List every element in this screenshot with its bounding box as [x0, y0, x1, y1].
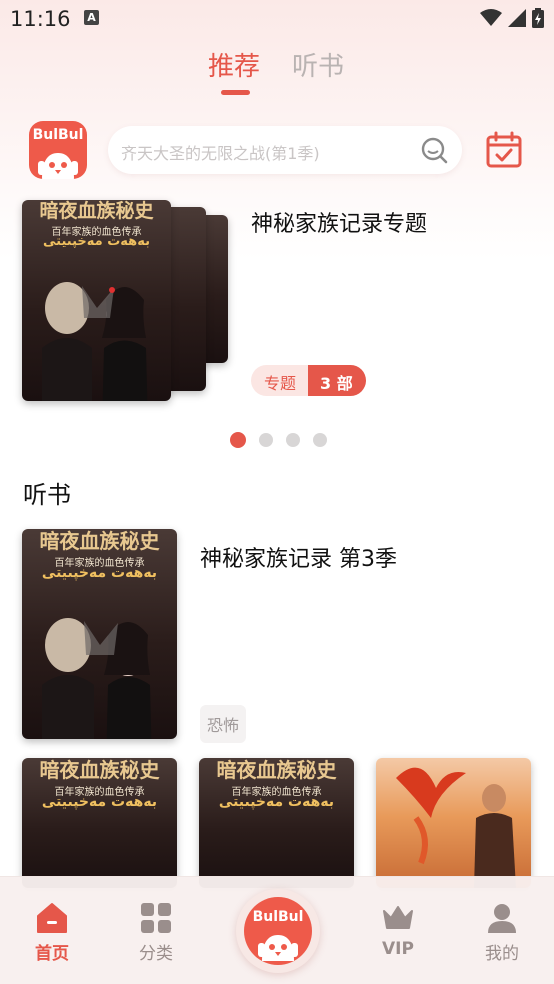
- app-logo[interactable]: BulBul: [29, 121, 87, 179]
- carousel-dot[interactable]: [230, 432, 246, 448]
- bottom-nav: 首页 分类 BulBul VIP 我的: [0, 876, 554, 984]
- cover-title: 暗夜血族秘史: [216, 758, 337, 782]
- tab-indicator: [221, 90, 250, 95]
- notification-icon: A: [84, 10, 99, 25]
- crown-icon: [383, 906, 413, 929]
- wifi-icon: [480, 9, 502, 26]
- top-tabs: 推荐 听书: [0, 46, 554, 98]
- status-icons: [480, 8, 544, 28]
- cover-art-figures: [42, 618, 152, 739]
- mascot-icon: [258, 935, 298, 961]
- nav-categories-label: 分类: [139, 944, 173, 964]
- carousel-dot[interactable]: [259, 433, 273, 447]
- book-cover[interactable]: 暗夜血族秘史 百年家族的血色传承 بەھەت مەخپىيتى: [22, 529, 177, 739]
- battery-icon: [532, 8, 544, 28]
- nav-vip[interactable]: VIP: [358, 901, 438, 959]
- app-logo-text: BulBul: [32, 127, 84, 143]
- nav-mine-label: 我的: [485, 944, 519, 964]
- featured-badge: 专题 3 部: [251, 365, 366, 396]
- nav-vip-label: VIP: [382, 939, 414, 959]
- featured-badge-tag: 专题: [251, 365, 309, 396]
- cover-foreign-title: بەھەت مەخپىيتى: [43, 234, 150, 249]
- grid-icon: [141, 903, 171, 933]
- nav-home[interactable]: 首页: [12, 901, 92, 964]
- carousel-dot[interactable]: [313, 433, 327, 447]
- phoenix-illustration: [396, 767, 516, 888]
- book-cover[interactable]: [376, 758, 531, 888]
- tab-recommend[interactable]: 推荐: [208, 46, 260, 83]
- carousel-dots: [230, 432, 327, 448]
- nav-center-player[interactable]: BulBul: [236, 889, 320, 973]
- user-icon: [488, 904, 516, 933]
- cover-title: 暗夜血族秘史: [39, 758, 160, 782]
- book-cover[interactable]: 暗夜血族秘史 百年家族的血色传承 بەھەت مەخپىيتى: [199, 758, 354, 888]
- search-input[interactable]: 齐天大圣的无限之战(第1季): [108, 126, 462, 174]
- book-title[interactable]: 神秘家族记录 第3季: [200, 541, 397, 573]
- tab-audiobooks[interactable]: 听书: [292, 46, 344, 83]
- cover-art-figures: [42, 282, 148, 401]
- featured-title[interactable]: 神秘家族记录专题: [251, 206, 427, 238]
- nav-categories[interactable]: 分类: [116, 901, 196, 964]
- featured-badge-count: 3 部: [308, 365, 366, 396]
- signal-icon: [508, 9, 526, 27]
- center-logo: BulBul: [244, 897, 312, 965]
- nav-mine[interactable]: 我的: [462, 901, 542, 964]
- cover-title: 暗夜血族秘史: [39, 200, 154, 222]
- featured-cover[interactable]: 暗夜血族秘史 百年家族的血色传承 بەھەت مەخپىيتى: [22, 200, 171, 401]
- cover-foreign-title: بەھەت مەخپىيتى: [41, 794, 158, 810]
- cover-foreign-title: بەھەت مەخپىيتى: [218, 794, 335, 810]
- center-logo-text: BulBul: [252, 909, 304, 925]
- nav-home-label: 首页: [35, 944, 69, 964]
- section-title: 听书: [23, 481, 71, 509]
- book-cover[interactable]: 暗夜血族秘史 百年家族的血色传承 بەھەت مەخپىيتى: [22, 758, 177, 888]
- cover-foreign-title: بەھەت مەخپىيتى: [41, 565, 158, 581]
- book-genre-tag: 恐怖: [200, 705, 247, 743]
- search-icon[interactable]: [420, 136, 448, 164]
- carousel-dot[interactable]: [286, 433, 300, 447]
- calendar-checkin-icon[interactable]: [486, 131, 522, 169]
- mascot-icon: [38, 153, 78, 179]
- search-placeholder: 齐天大圣的无限之战(第1季): [121, 144, 320, 163]
- status-time: 11:16: [10, 7, 71, 31]
- status-bar: 11:16 A: [0, 0, 554, 38]
- cover-title: 暗夜血族秘史: [39, 529, 160, 553]
- home-icon: [37, 903, 67, 933]
